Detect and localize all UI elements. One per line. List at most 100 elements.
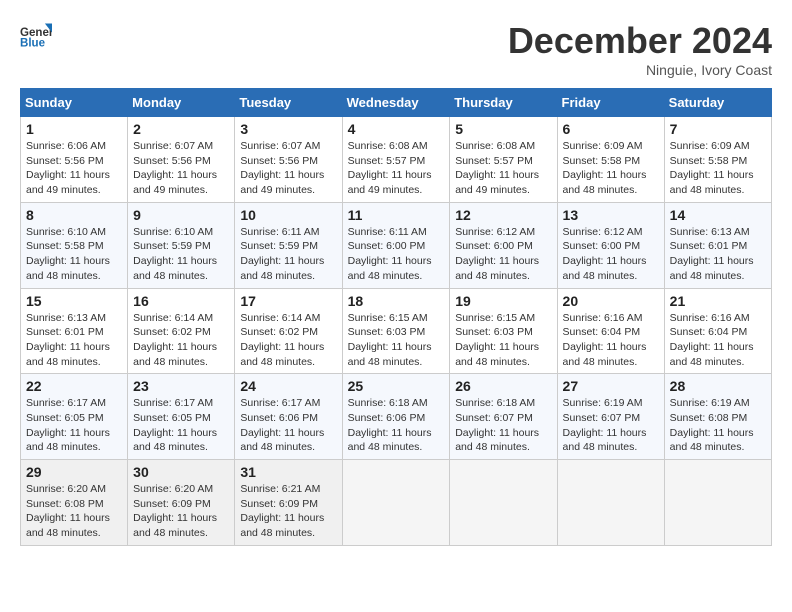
calendar-week-row: 15 Sunrise: 6:13 AMSunset: 6:01 PMDayligh… <box>21 288 772 374</box>
day-info: Sunrise: 6:08 AMSunset: 5:57 PMDaylight:… <box>455 139 551 198</box>
day-info: Sunrise: 6:13 AMSunset: 6:01 PMDaylight:… <box>26 311 122 370</box>
calendar-day-cell: 19 Sunrise: 6:15 AMSunset: 6:03 PMDayligh… <box>450 288 557 374</box>
day-number: 3 <box>240 121 336 137</box>
calendar-day-cell: 15 Sunrise: 6:13 AMSunset: 6:01 PMDayligh… <box>21 288 128 374</box>
day-info: Sunrise: 6:15 AMSunset: 6:03 PMDaylight:… <box>455 311 551 370</box>
day-info: Sunrise: 6:17 AMSunset: 6:05 PMDaylight:… <box>26 396 122 455</box>
day-number: 24 <box>240 378 336 394</box>
calendar-day-cell: 2 Sunrise: 6:07 AMSunset: 5:56 PMDaylight… <box>128 117 235 203</box>
day-number: 30 <box>133 464 229 480</box>
day-info: Sunrise: 6:06 AMSunset: 5:56 PMDaylight:… <box>26 139 122 198</box>
day-number: 21 <box>670 293 766 309</box>
calendar-day-cell <box>450 460 557 546</box>
day-number: 13 <box>563 207 659 223</box>
day-info: Sunrise: 6:20 AMSunset: 6:09 PMDaylight:… <box>133 482 229 541</box>
weekday-header: Saturday <box>664 89 771 117</box>
weekday-header: Sunday <box>21 89 128 117</box>
day-info: Sunrise: 6:19 AMSunset: 6:07 PMDaylight:… <box>563 396 659 455</box>
calendar-day-cell <box>664 460 771 546</box>
calendar-table: SundayMondayTuesdayWednesdayThursdayFrid… <box>20 88 772 546</box>
calendar-day-cell: 9 Sunrise: 6:10 AMSunset: 5:59 PMDaylight… <box>128 202 235 288</box>
calendar-day-cell: 18 Sunrise: 6:15 AMSunset: 6:03 PMDayligh… <box>342 288 450 374</box>
calendar-day-cell: 23Sunrise: 6:17 AMSunset: 6:05 PMDayligh… <box>128 374 235 460</box>
page-header: General Blue December 2024 Ninguie, Ivor… <box>20 20 772 78</box>
weekday-header: Friday <box>557 89 664 117</box>
day-number: 7 <box>670 121 766 137</box>
day-number: 25 <box>348 378 445 394</box>
calendar-day-cell: 17 Sunrise: 6:14 AMSunset: 6:02 PMDayligh… <box>235 288 342 374</box>
calendar-day-cell: 22 Sunrise: 6:17 AMSunset: 6:05 PMDayligh… <box>21 374 128 460</box>
svg-text:Blue: Blue <box>20 38 46 50</box>
day-info: Sunrise: 6:21 AMSunset: 6:09 PMDaylight:… <box>240 482 336 541</box>
title-area: December 2024 Ninguie, Ivory Coast <box>508 20 772 78</box>
day-info: Sunrise: 6:19 AMSunset: 6:08 PMDaylight:… <box>670 396 766 455</box>
calendar-day-cell: 30 Sunrise: 6:20 AMSunset: 6:09 PMDayligh… <box>128 460 235 546</box>
calendar-day-cell: 20 Sunrise: 6:16 AMSunset: 6:04 PMDayligh… <box>557 288 664 374</box>
calendar-day-cell: 14 Sunrise: 6:13 AMSunset: 6:01 PMDayligh… <box>664 202 771 288</box>
day-number: 2 <box>133 121 229 137</box>
month-title: December 2024 <box>508 20 772 62</box>
day-info: Sunrise: 6:12 AMSunset: 6:00 PMDaylight:… <box>455 225 551 284</box>
calendar-day-cell <box>342 460 450 546</box>
calendar-day-cell: 3 Sunrise: 6:07 AMSunset: 5:56 PMDaylight… <box>235 117 342 203</box>
calendar-day-cell: 10 Sunrise: 6:11 AMSunset: 5:59 PMDayligh… <box>235 202 342 288</box>
day-info: Sunrise: 6:15 AMSunset: 6:03 PMDaylight:… <box>348 311 445 370</box>
day-info: Sunrise: 6:09 AMSunset: 5:58 PMDaylight:… <box>670 139 766 198</box>
calendar-day-cell: 25 Sunrise: 6:18 AMSunset: 6:06 PMDayligh… <box>342 374 450 460</box>
day-number: 4 <box>348 121 445 137</box>
weekday-header: Monday <box>128 89 235 117</box>
calendar-day-cell: 4 Sunrise: 6:08 AMSunset: 5:57 PMDaylight… <box>342 117 450 203</box>
calendar-day-cell: 31 Sunrise: 6:21 AMSunset: 6:09 PMDayligh… <box>235 460 342 546</box>
day-number: 20 <box>563 293 659 309</box>
calendar-day-cell: 11 Sunrise: 6:11 AMSunset: 6:00 PMDayligh… <box>342 202 450 288</box>
day-info: Sunrise: 6:10 AMSunset: 5:59 PMDaylight:… <box>133 225 229 284</box>
day-info: Sunrise: 6:14 AMSunset: 6:02 PMDaylight:… <box>240 311 336 370</box>
day-info: Sunrise: 6:18 AMSunset: 6:06 PMDaylight:… <box>348 396 445 455</box>
day-number: 6 <box>563 121 659 137</box>
calendar-day-cell: 29Sunrise: 6:20 AMSunset: 6:08 PMDayligh… <box>21 460 128 546</box>
day-number: 12 <box>455 207 551 223</box>
day-number: 5 <box>455 121 551 137</box>
calendar-day-cell: 5 Sunrise: 6:08 AMSunset: 5:57 PMDaylight… <box>450 117 557 203</box>
calendar-day-cell: 13 Sunrise: 6:12 AMSunset: 6:00 PMDayligh… <box>557 202 664 288</box>
day-number: 9 <box>133 207 229 223</box>
day-number: 27 <box>563 378 659 394</box>
day-info: Sunrise: 6:16 AMSunset: 6:04 PMDaylight:… <box>670 311 766 370</box>
day-number: 16 <box>133 293 229 309</box>
weekday-header-row: SundayMondayTuesdayWednesdayThursdayFrid… <box>21 89 772 117</box>
day-info: Sunrise: 6:13 AMSunset: 6:01 PMDaylight:… <box>670 225 766 284</box>
day-number: 22 <box>26 378 122 394</box>
day-number: 15 <box>26 293 122 309</box>
day-info: Sunrise: 6:16 AMSunset: 6:04 PMDaylight:… <box>563 311 659 370</box>
calendar-day-cell: 12 Sunrise: 6:12 AMSunset: 6:00 PMDayligh… <box>450 202 557 288</box>
day-number: 19 <box>455 293 551 309</box>
day-info: Sunrise: 6:20 AMSunset: 6:08 PMDaylight:… <box>26 482 122 541</box>
calendar-day-cell: 8 Sunrise: 6:10 AMSunset: 5:58 PMDaylight… <box>21 202 128 288</box>
day-info: Sunrise: 6:09 AMSunset: 5:58 PMDaylight:… <box>563 139 659 198</box>
weekday-header: Tuesday <box>235 89 342 117</box>
day-number: 26 <box>455 378 551 394</box>
day-info: Sunrise: 6:12 AMSunset: 6:00 PMDaylight:… <box>563 225 659 284</box>
calendar-day-cell: 6 Sunrise: 6:09 AMSunset: 5:58 PMDaylight… <box>557 117 664 203</box>
day-info: Sunrise: 6:11 AMSunset: 5:59 PMDaylight:… <box>240 225 336 284</box>
day-info: Sunrise: 6:07 AMSunset: 5:56 PMDaylight:… <box>240 139 336 198</box>
day-number: 11 <box>348 207 445 223</box>
day-number: 17 <box>240 293 336 309</box>
day-info: Sunrise: 6:10 AMSunset: 5:58 PMDaylight:… <box>26 225 122 284</box>
day-number: 18 <box>348 293 445 309</box>
day-number: 14 <box>670 207 766 223</box>
logo-icon: General Blue <box>20 20 52 52</box>
calendar-week-row: 22 Sunrise: 6:17 AMSunset: 6:05 PMDayligh… <box>21 374 772 460</box>
calendar-day-cell <box>557 460 664 546</box>
day-number: 10 <box>240 207 336 223</box>
weekday-header: Thursday <box>450 89 557 117</box>
day-info: Sunrise: 6:07 AMSunset: 5:56 PMDaylight:… <box>133 139 229 198</box>
day-number: 31 <box>240 464 336 480</box>
calendar-week-row: 1Sunrise: 6:06 AMSunset: 5:56 PMDaylight… <box>21 117 772 203</box>
day-info: Sunrise: 6:17 AMSunset: 6:06 PMDaylight:… <box>240 396 336 455</box>
calendar-day-cell: 26Sunrise: 6:18 AMSunset: 6:07 PMDayligh… <box>450 374 557 460</box>
calendar-day-cell: 1Sunrise: 6:06 AMSunset: 5:56 PMDaylight… <box>21 117 128 203</box>
day-number: 8 <box>26 207 122 223</box>
day-info: Sunrise: 6:11 AMSunset: 6:00 PMDaylight:… <box>348 225 445 284</box>
day-info: Sunrise: 6:08 AMSunset: 5:57 PMDaylight:… <box>348 139 445 198</box>
